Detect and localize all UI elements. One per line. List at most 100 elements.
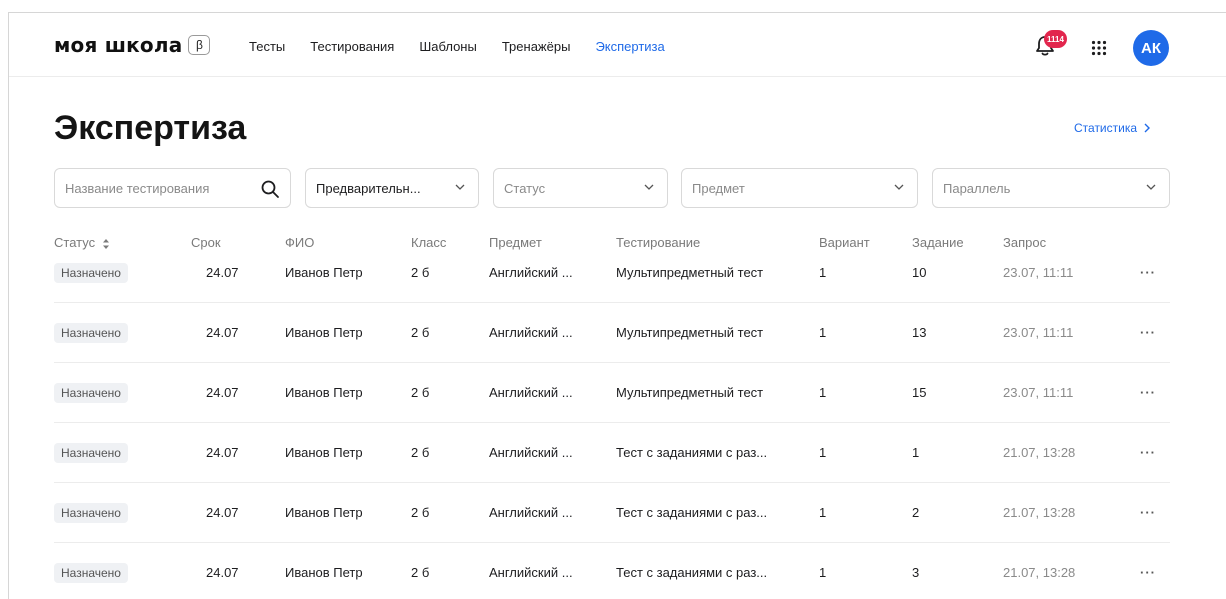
avatar[interactable]: АК: [1133, 30, 1169, 66]
task-cell: 2: [912, 505, 920, 520]
logo[interactable]: моя школа β: [54, 33, 211, 57]
testing-cell: Тест с заданиями с раз...: [616, 505, 768, 520]
main-nav: Тесты Тестирования Шаблоны Тренажёры Экс…: [249, 39, 690, 54]
more-actions-button[interactable]: ···: [1140, 243, 1156, 302]
class-cell: 2 б: [411, 265, 430, 280]
variant-cell: 1: [819, 565, 827, 580]
status-cell: Назначено: [54, 483, 128, 542]
page-title: Экспертиза: [54, 109, 247, 147]
task-cell: 10: [912, 265, 927, 280]
status-badge: Назначено: [54, 502, 128, 523]
chevron-right-icon: [1144, 123, 1151, 133]
status-select-placeholder: Статус: [504, 180, 546, 196]
app-window: моя школа β Тесты Тестирования Шаблоны Т…: [8, 12, 1226, 599]
due-cell: 24.07: [206, 385, 239, 400]
due-cell: 24.07: [206, 325, 239, 340]
testing-cell: Мультипредметный тест: [616, 325, 764, 340]
request-cell: 21.07, 13:28: [1003, 445, 1076, 460]
request-cell: 23.07, 11:11: [1003, 325, 1074, 340]
class-cell: 2 б: [411, 565, 430, 580]
status-badge: Назначено: [54, 262, 128, 283]
table-row[interactable]: Назначено 24.07 Иванов Петр 2 б Английский .…: [54, 483, 1170, 543]
subject-select-placeholder: Предмет: [692, 180, 745, 196]
search-input[interactable]: Название тестирования: [54, 168, 291, 208]
nav-trainers[interactable]: Тренажёры: [502, 39, 571, 54]
subject-cell: Английский ...: [489, 325, 573, 340]
more-actions-button[interactable]: ···: [1140, 423, 1156, 482]
task-cell: 3: [912, 565, 920, 580]
more-actions-button[interactable]: ···: [1140, 363, 1156, 422]
nav-templates[interactable]: Шаблоны: [419, 39, 477, 54]
beta-badge: β: [188, 35, 211, 55]
class-cell: 2 б: [411, 505, 430, 520]
type-select-value: Предварительн...: [316, 180, 421, 196]
table-row[interactable]: Назначено 24.07 Иванов Петр 2 б Английский .…: [54, 423, 1170, 483]
grade-select-placeholder: Параллель: [943, 180, 1011, 196]
more-actions-button[interactable]: ···: [1140, 303, 1156, 362]
subject-select[interactable]: Предмет: [681, 168, 918, 208]
variant-cell: 1: [819, 505, 827, 520]
more-actions-button[interactable]: ···: [1140, 543, 1156, 599]
name-cell: Иванов Петр: [285, 565, 363, 580]
class-cell: 2 б: [411, 445, 430, 460]
subject-cell: Английский ...: [489, 265, 573, 280]
due-cell: 24.07: [206, 565, 239, 580]
due-cell: 24.07: [206, 505, 239, 520]
testing-cell: Тест с заданиями с раз...: [616, 445, 768, 460]
logo-text: моя школа: [54, 33, 183, 57]
notification-count: 1114: [1044, 30, 1067, 48]
status-select[interactable]: Статус: [493, 168, 668, 208]
search-placeholder: Название тестирования: [65, 180, 210, 196]
status-cell: Назначено: [54, 423, 128, 482]
statistics-link-label: Статистика: [1074, 121, 1138, 135]
search-icon[interactable]: [260, 179, 280, 199]
variant-cell: 1: [819, 445, 827, 460]
nav-tests[interactable]: Тесты: [249, 39, 285, 54]
request-cell: 21.07, 13:28: [1003, 565, 1076, 580]
chevron-down-icon: [455, 184, 465, 190]
apps-grid-icon[interactable]: [1091, 40, 1107, 56]
subject-cell: Английский ...: [489, 565, 573, 580]
testing-cell: Мультипредметный тест: [616, 385, 764, 400]
status-cell: Назначено: [54, 543, 128, 599]
table-row[interactable]: Назначено 24.07 Иванов Петр 2 б Английский .…: [54, 243, 1170, 303]
status-badge: Назначено: [54, 382, 128, 403]
task-cell: 1: [912, 445, 920, 460]
request-cell: 23.07, 11:11: [1003, 385, 1074, 400]
table-row[interactable]: Назначено 24.07 Иванов Петр 2 б Английский .…: [54, 363, 1170, 423]
request-cell: 23.07, 11:11: [1003, 265, 1074, 280]
chevron-down-icon: [1146, 184, 1156, 190]
name-cell: Иванов Петр: [285, 445, 363, 460]
task-cell: 15: [912, 385, 927, 400]
testing-cell: Тест с заданиями с раз...: [616, 565, 768, 580]
task-cell: 13: [912, 325, 927, 340]
chevron-down-icon: [894, 184, 904, 190]
status-badge: Назначено: [54, 562, 128, 583]
subject-cell: Английский ...: [489, 385, 573, 400]
grade-select[interactable]: Параллель: [932, 168, 1170, 208]
status-badge: Назначено: [54, 322, 128, 343]
testing-cell: Мультипредметный тест: [616, 265, 764, 280]
table-row[interactable]: Назначено 24.07 Иванов Петр 2 б Английский .…: [54, 303, 1170, 363]
chevron-down-icon: [644, 184, 654, 190]
variant-cell: 1: [819, 325, 827, 340]
nav-expertise[interactable]: Экспертиза: [595, 39, 664, 54]
statistics-link[interactable]: Статистика: [1074, 121, 1151, 135]
due-cell: 24.07: [206, 265, 239, 280]
request-cell: 21.07, 13:28: [1003, 505, 1076, 520]
subject-cell: Английский ...: [489, 505, 573, 520]
table-row[interactable]: Назначено 24.07 Иванов Петр 2 б Английский .…: [54, 543, 1170, 599]
nav-testings[interactable]: Тестирования: [310, 39, 394, 54]
more-actions-button[interactable]: ···: [1140, 483, 1156, 542]
status-cell: Назначено: [54, 303, 128, 362]
status-badge: Назначено: [54, 442, 128, 463]
name-cell: Иванов Петр: [285, 265, 363, 280]
type-select[interactable]: Предварительн...: [305, 168, 479, 208]
due-cell: 24.07: [206, 445, 239, 460]
top-bar: моя школа β Тесты Тестирования Шаблоны Т…: [9, 13, 1226, 77]
status-cell: Назначено: [54, 363, 128, 422]
status-cell: Назначено: [54, 243, 128, 302]
variant-cell: 1: [819, 265, 827, 280]
name-cell: Иванов Петр: [285, 385, 363, 400]
name-cell: Иванов Петр: [285, 505, 363, 520]
